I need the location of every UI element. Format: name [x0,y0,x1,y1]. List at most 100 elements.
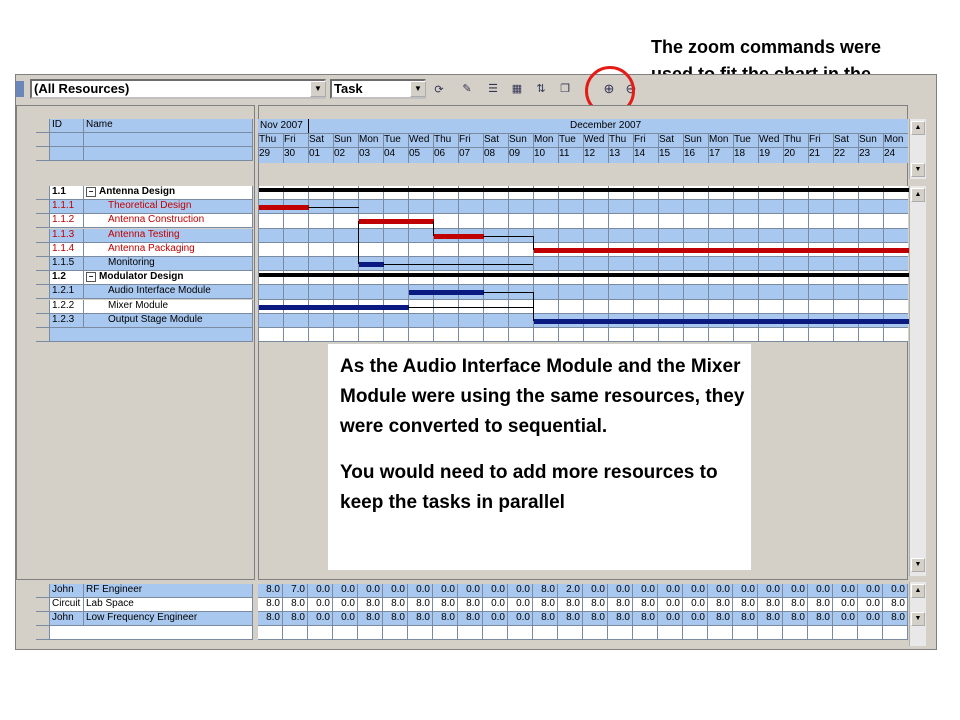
day-of-week: Sun [684,134,702,145]
resource-role[interactable]: Low Frequency Engineer [84,612,253,626]
task-name: Antenna Testing [108,228,180,240]
scroll-down-icon[interactable]: ▼ [911,163,925,177]
table-row[interactable]: Antenna Testing [84,228,253,243]
task-name: Modulator Design [99,271,184,283]
hours-cell: 8.0 [558,612,583,626]
hours-cell-empty [658,626,683,640]
day-gridline [558,133,559,163]
gantt-bar[interactable] [259,188,909,192]
day-number: 29 [259,148,271,159]
edit-icon[interactable]: ✎ [458,80,476,98]
day-of-week: Sat [659,134,675,145]
day-of-week: Sat [309,134,325,145]
hours-cell-empty [758,626,783,640]
table-row[interactable]: − Antenna Design [84,186,253,200]
day-of-week: Fri [634,134,646,145]
table-row[interactable]: Audio Interface Module [84,285,253,300]
dependency-line [433,221,434,236]
grid-row-selector[interactable] [36,584,50,598]
task-name: Antenna Construction [108,214,205,226]
grid-row-selector[interactable] [36,598,50,612]
gantt-bar[interactable] [534,247,909,253]
grid-row-selector[interactable] [36,200,50,215]
indent-icon[interactable]: ▦ [508,80,526,98]
grid-row-selector[interactable] [36,186,50,200]
top-scrollbar[interactable]: ▲ ▼ [909,119,926,179]
resource-filter-dropdown-icon[interactable]: ▼ [310,81,326,97]
grid-row-selector[interactable] [36,228,50,243]
day-number: 02 [334,148,346,159]
table-row[interactable]: Mixer Module [84,299,253,314]
table-row[interactable]: Output Stage Module [84,313,253,328]
grid-row-selector[interactable] [36,285,50,300]
outline-icon[interactable]: ☰ [484,80,502,98]
refresh-icon[interactable]: ⟳ [430,81,448,99]
gantt-bar[interactable] [409,290,484,296]
grid-row-selector[interactable] [36,271,50,286]
day-number: 11 [559,148,570,159]
gantt-bar[interactable] [359,262,384,267]
resource-role[interactable]: RF Engineer [84,584,253,598]
resource-name: John [50,612,84,626]
bottom-scrollbar[interactable]: ▲ ▼ [909,582,926,646]
task-id: 1.1.3 [50,228,84,243]
hours-cell-empty [408,626,433,640]
grid-row-selector[interactable] [36,299,50,314]
hours-cell: 8.0 [883,598,908,612]
gantt-bar[interactable] [359,219,434,225]
hours-cell: 8.0 [558,598,583,612]
dependency-line [383,264,533,265]
day-number: 19 [759,148,771,159]
task-name: Theoretical Design [108,200,192,212]
day-number: 21 [809,148,821,159]
grid-row-selector[interactable] [36,257,50,271]
hours-cell-empty [633,626,658,640]
copy-icon[interactable]: ❐ [556,80,574,98]
task-id: 1.2 [50,271,84,286]
hours-cell: 0.0 [858,612,883,626]
hours-cell: 8.0 [608,612,633,626]
hours-cell: 8.0 [708,612,733,626]
table-row[interactable]: Monitoring [84,257,253,271]
scroll-down-icon[interactable]: ▼ [911,612,925,626]
sort-icon[interactable]: ⇅ [532,80,550,98]
table-row[interactable]: − Modulator Design [84,271,253,286]
hours-cell: 8.0 [433,612,458,626]
hours-cell-empty [283,626,308,640]
hours-cell: 8.0 [708,598,733,612]
table-row[interactable]: Antenna Packaging [84,242,253,257]
scroll-up-icon[interactable]: ▲ [911,188,925,202]
gantt-bar[interactable] [259,205,309,211]
middle-scrollbar[interactable]: ▲ ▼ [909,186,926,576]
day-gridline [733,133,734,163]
task-id: 1.1.5 [50,257,84,271]
hours-cell: 0.0 [858,584,883,598]
hours-cell: 8.0 [258,584,283,598]
grid-row-selector[interactable] [36,313,50,328]
view-select-dropdown-icon[interactable]: ▼ [410,81,426,97]
gantt-bar[interactable] [259,273,909,278]
collapse-icon[interactable]: − [86,272,96,283]
collapse-icon[interactable]: − [86,187,96,197]
annotation-note: As the Audio Interface Module and the Mi… [328,344,751,570]
hours-cell: 0.0 [658,612,683,626]
hours-cell-empty [783,626,808,640]
grid-header-id: ID [50,119,84,133]
gantt-bar[interactable] [534,318,909,324]
grid-row-selector[interactable] [36,214,50,229]
resource-filter-combo[interactable]: (All Resources) [30,79,326,99]
table-row[interactable]: Antenna Construction [84,214,253,229]
scroll-down-icon[interactable]: ▼ [911,558,925,572]
grid-row-selector[interactable] [36,612,50,626]
hours-cell: 0.0 [333,598,358,612]
hours-cell: 8.0 [783,612,808,626]
gantt-bar[interactable] [434,233,484,239]
grid-row-selector[interactable] [36,242,50,257]
scroll-up-icon[interactable]: ▲ [911,584,925,598]
day-number: 09 [509,148,521,159]
table-row[interactable]: Theoretical Design [84,200,253,215]
day-of-week: Thu [434,134,452,145]
gantt-bar[interactable] [259,304,409,310]
scroll-up-icon[interactable]: ▲ [911,121,925,135]
resource-role[interactable]: Lab Space [84,598,253,612]
